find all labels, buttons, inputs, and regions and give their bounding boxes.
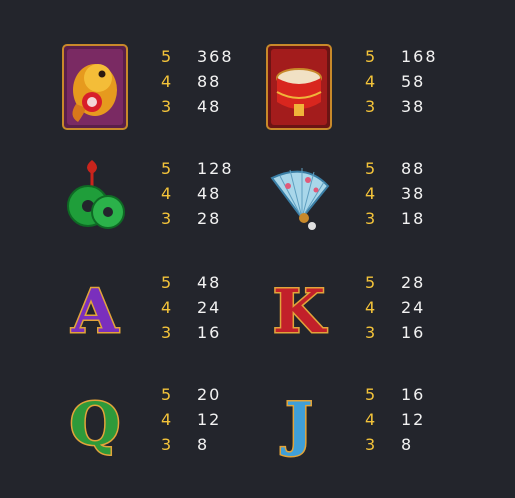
symbol-count: 3 (365, 435, 378, 454)
symbol-count: 3 (161, 435, 174, 454)
paytable: 5 368 4 88 3 48 5 168 4 58 3 38 5 128 4 … (0, 0, 515, 498)
symbol-count: 4 (161, 410, 174, 429)
payout-row: 5 128 (161, 156, 234, 181)
letter-k-icon: K (266, 270, 332, 356)
payout-amount: 128 (197, 159, 234, 178)
payout-list: 5 128 4 48 3 28 (161, 156, 234, 231)
payout-row: 4 24 (161, 295, 221, 320)
symbol-count: 3 (365, 97, 378, 116)
symbol-count: 4 (365, 298, 378, 317)
svg-text:J: J (280, 390, 312, 458)
golden-koi-fish-icon (62, 44, 128, 130)
symbol-count: 5 (365, 273, 378, 292)
payout-amount: 368 (197, 47, 234, 66)
symbol-count: 4 (161, 184, 174, 203)
payout-amount: 38 (401, 97, 426, 116)
payout-row: 3 48 (161, 94, 234, 119)
symbol-count: 5 (365, 385, 378, 404)
symbol-count: 5 (161, 47, 174, 66)
paytable-entry: K 5 28 4 24 3 16 (266, 270, 506, 370)
payout-amount: 12 (197, 410, 222, 429)
letter-a-icon: A (62, 270, 128, 356)
payout-amount: 8 (401, 435, 414, 454)
payout-amount: 38 (401, 184, 426, 203)
symbol-count: 4 (365, 410, 378, 429)
symbol-count: 5 (365, 159, 378, 178)
red-drum-icon (266, 44, 332, 130)
jade-coins-icon (62, 156, 128, 242)
payout-row: 4 12 (161, 407, 221, 432)
payout-row: 5 48 (161, 270, 221, 295)
payout-list: 5 48 4 24 3 16 (161, 270, 221, 345)
payout-amount: 28 (197, 209, 222, 228)
folding-fan-icon (266, 156, 332, 242)
payout-row: 4 48 (161, 181, 234, 206)
payout-row: 4 24 (365, 295, 425, 320)
symbol-count: 3 (365, 323, 378, 342)
symbol-count: 4 (365, 72, 378, 91)
payout-amount: 20 (197, 385, 222, 404)
symbol-count: 4 (365, 184, 378, 203)
payout-amount: 12 (401, 410, 426, 429)
symbol-count: 5 (161, 159, 174, 178)
payout-amount: 18 (401, 209, 426, 228)
symbol-count: 4 (161, 298, 174, 317)
payout-row: 5 88 (365, 156, 425, 181)
symbol-count: 3 (161, 97, 174, 116)
svg-text:Q: Q (70, 390, 121, 458)
symbol-count: 3 (365, 209, 378, 228)
payout-amount: 88 (401, 159, 426, 178)
letter-j-icon: J (266, 382, 332, 468)
symbol-count: 3 (161, 209, 174, 228)
payout-row: 3 16 (365, 320, 425, 345)
svg-text:A: A (71, 277, 120, 347)
payout-amount: 24 (401, 298, 426, 317)
symbol-count: 5 (161, 385, 174, 404)
symbol-count: 5 (161, 273, 174, 292)
payout-list: 5 20 4 12 38 (161, 382, 221, 457)
payout-list: 5 88 4 38 3 18 (365, 156, 425, 231)
payout-amount: 16 (401, 385, 426, 404)
payout-row: 3 28 (161, 206, 234, 231)
payout-amount: 16 (401, 323, 426, 342)
payout-row: 4 12 (365, 407, 425, 432)
payout-amount: 28 (401, 273, 426, 292)
payout-amount: 48 (197, 273, 222, 292)
letter-q-icon: Q (62, 382, 128, 468)
payout-amount: 88 (197, 72, 222, 91)
symbol-count: 5 (365, 47, 378, 66)
payout-row: 38 (365, 432, 425, 457)
paytable-entry: J 5 16 4 12 38 (266, 382, 506, 482)
payout-row: 5 16 (365, 382, 425, 407)
payout-amount: 8 (197, 435, 210, 454)
payout-row: 4 88 (161, 69, 234, 94)
payout-row: 3 18 (365, 206, 425, 231)
payout-amount: 48 (197, 97, 222, 116)
payout-list: 5 368 4 88 3 48 (161, 44, 234, 119)
payout-row: 5 368 (161, 44, 234, 69)
payout-row: 3 16 (161, 320, 221, 345)
payout-row: 5 168 (365, 44, 438, 69)
payout-row: 5 28 (365, 270, 425, 295)
payout-amount: 168 (401, 47, 438, 66)
payout-row: 5 20 (161, 382, 221, 407)
symbol-count: 3 (161, 323, 174, 342)
symbol-count: 4 (161, 72, 174, 91)
payout-amount: 48 (197, 184, 222, 203)
paytable-entry: 5 168 4 58 3 38 (266, 44, 506, 144)
payout-list: 5 16 4 12 38 (365, 382, 425, 457)
payout-row: 4 58 (365, 69, 438, 94)
svg-text:K: K (273, 277, 327, 347)
payout-list: 5 168 4 58 3 38 (365, 44, 438, 119)
payout-row: 4 38 (365, 181, 425, 206)
payout-row: 38 (161, 432, 221, 457)
payout-amount: 24 (197, 298, 222, 317)
payout-list: 5 28 4 24 3 16 (365, 270, 425, 345)
payout-amount: 58 (401, 72, 426, 91)
paytable-entry: 5 88 4 38 3 18 (266, 156, 506, 256)
payout-row: 3 38 (365, 94, 438, 119)
payout-amount: 16 (197, 323, 222, 342)
